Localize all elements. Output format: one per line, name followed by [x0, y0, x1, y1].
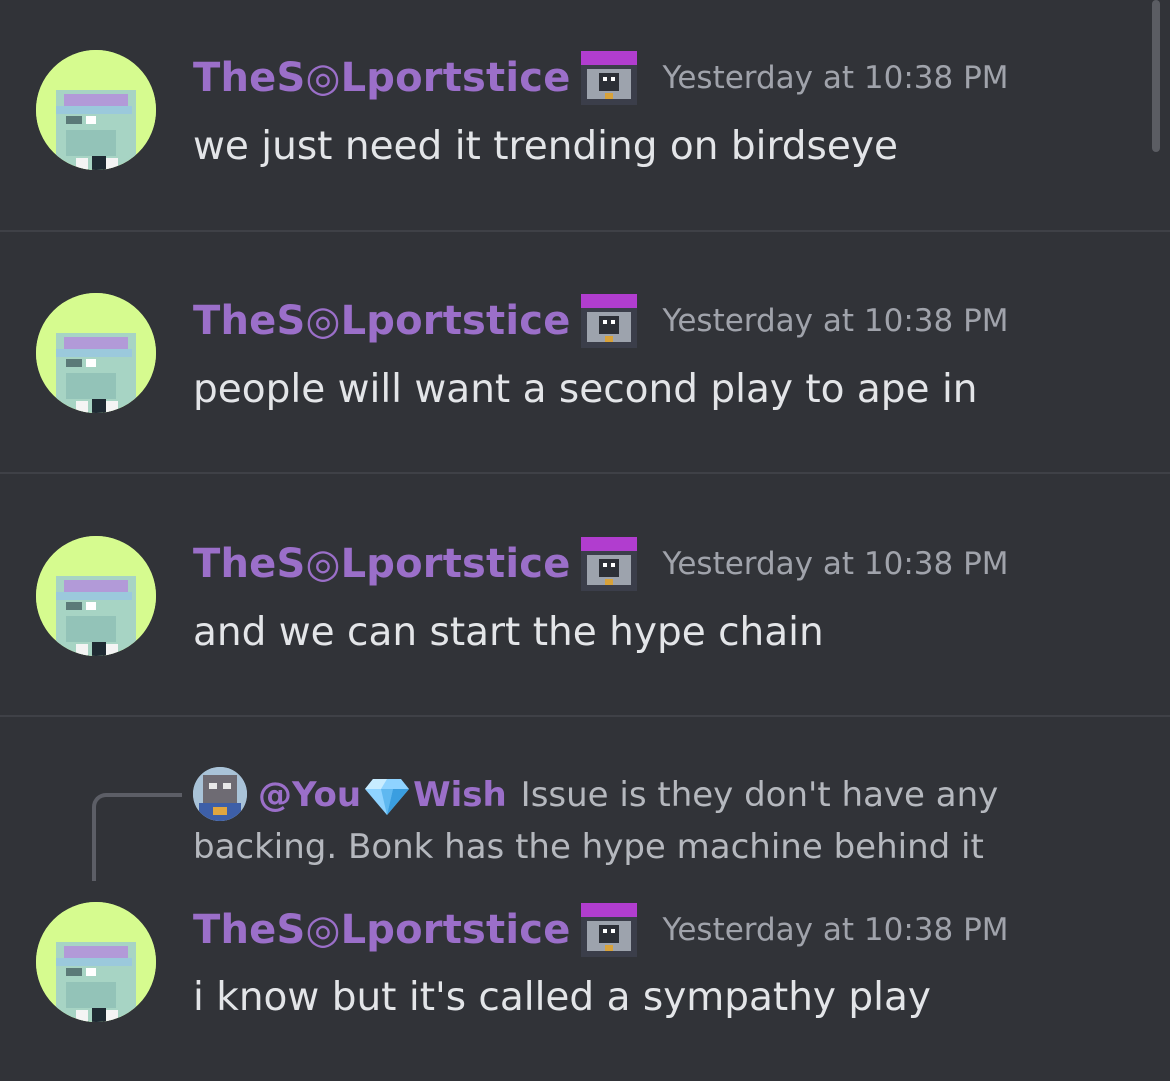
reply-mention-prefix: @You: [258, 775, 362, 815]
timestamp[interactable]: Yesterday at 10:38 PM: [663, 60, 1009, 96]
chat-log: TheS◎Lportstice Yesterday at 10:38 PM we…: [0, 0, 1170, 1081]
avatar-icon[interactable]: [36, 50, 156, 170]
avatar-icon[interactable]: [36, 293, 156, 413]
message-header: TheS◎Lportstice Yesterday at 10:38 PM: [193, 902, 1009, 958]
message-content: i know but it's called a sympathy play: [193, 975, 931, 1020]
role-badge-icon[interactable]: [580, 903, 637, 957]
reply-text: backing. Bonk has the hype machine behin…: [193, 827, 984, 867]
username[interactable]: TheS◎Lportstice: [193, 55, 571, 101]
reply-mention[interactable]: @You Wish: [258, 775, 507, 815]
reply-preview[interactable]: @You Wish Issue is they don't have any: [258, 775, 998, 815]
username[interactable]: TheS◎Lportstice: [193, 298, 571, 344]
avatar-icon[interactable]: [36, 902, 156, 1022]
timestamp[interactable]: Yesterday at 10:38 PM: [663, 303, 1009, 339]
reply-mention-suffix: Wish: [413, 775, 507, 815]
avatar-icon[interactable]: [36, 536, 156, 656]
message-header: TheS◎Lportstice Yesterday at 10:38 PM: [193, 536, 1009, 592]
message-content: we just need it trending on birdseye: [193, 124, 898, 169]
message-divider: [0, 715, 1170, 717]
message-content: people will want a second play to ape in: [193, 367, 978, 412]
username[interactable]: TheS◎Lportstice: [193, 907, 571, 953]
reply-text: Issue is they don't have any: [520, 775, 999, 815]
message-divider: [0, 230, 1170, 232]
reply-spine: [92, 793, 182, 881]
timestamp[interactable]: Yesterday at 10:38 PM: [663, 546, 1009, 582]
username[interactable]: TheS◎Lportstice: [193, 541, 571, 587]
role-badge-icon[interactable]: [580, 294, 637, 348]
diamond-icon: [365, 779, 410, 815]
message-content: and we can start the hype chain: [193, 610, 824, 655]
role-badge-icon[interactable]: [580, 51, 637, 105]
scrollbar[interactable]: [1152, 0, 1160, 152]
message-header: TheS◎Lportstice Yesterday at 10:38 PM: [193, 293, 1009, 349]
reply-avatar-icon[interactable]: [193, 767, 247, 821]
message-divider: [0, 472, 1170, 474]
timestamp[interactable]: Yesterday at 10:38 PM: [663, 912, 1009, 948]
role-badge-icon[interactable]: [580, 537, 637, 591]
message-header: TheS◎Lportstice Yesterday at 10:38 PM: [193, 50, 1009, 106]
